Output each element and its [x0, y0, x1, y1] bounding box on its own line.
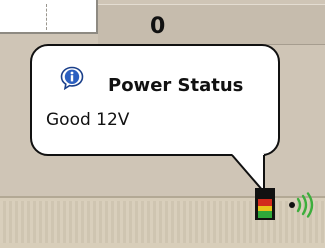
info-icon [60, 66, 84, 90]
power-segment-dark [258, 191, 272, 199]
system-tray [0, 201, 325, 243]
power-segment-red [258, 199, 272, 206]
power-status-tooltip[interactable]: Power Status Good 12V [30, 44, 280, 156]
dotted-guide [46, 4, 47, 30]
tooltip-title: Power Status [108, 75, 244, 96]
taskbar [0, 196, 325, 248]
wireless-signal-icon[interactable] [286, 192, 320, 218]
white-pane [0, 0, 98, 34]
power-segment-green [258, 211, 272, 218]
power-status-icon[interactable] [255, 188, 275, 220]
tooltip-message: Good 12V [46, 110, 130, 130]
stat-value: 0 [150, 14, 166, 39]
stat-panel [98, 4, 325, 45]
